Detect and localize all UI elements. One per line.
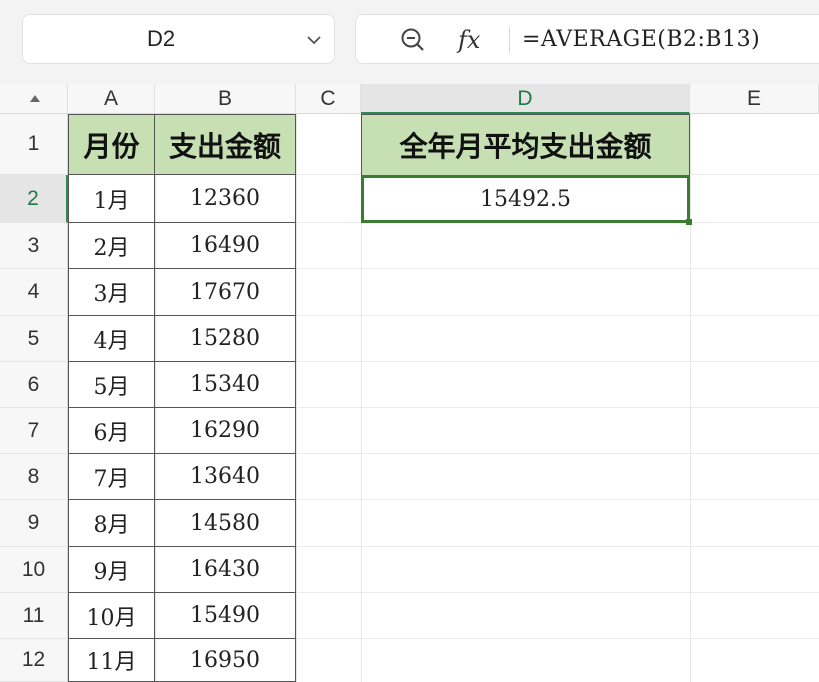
- amount-cell[interactable]: 13640: [155, 454, 296, 500]
- result-value-cell[interactable]: 15492.5: [361, 175, 690, 223]
- chevron-down-icon[interactable]: [304, 30, 324, 50]
- row-header-11[interactable]: 11: [0, 593, 68, 639]
- row-header-9[interactable]: 9: [0, 500, 68, 547]
- amount-cell[interactable]: 14580: [155, 500, 296, 547]
- month-cell[interactable]: 3月: [68, 269, 155, 316]
- header-amount[interactable]: 支出金额: [155, 114, 296, 175]
- column-header-e[interactable]: E: [690, 84, 819, 114]
- formula-separator: [509, 27, 510, 53]
- name-box[interactable]: D2: [22, 14, 335, 64]
- row-header-4[interactable]: 4: [0, 269, 68, 316]
- result-header[interactable]: 全年月平均支出金额: [361, 114, 690, 175]
- month-cell[interactable]: 10月: [68, 593, 155, 639]
- row-header-5[interactable]: 5: [0, 316, 68, 362]
- row-header-8[interactable]: 8: [0, 454, 68, 500]
- month-cell[interactable]: 6月: [68, 408, 155, 454]
- row-header-10[interactable]: 10: [0, 547, 68, 593]
- month-cell[interactable]: 8月: [68, 500, 155, 547]
- row-header-12[interactable]: 12: [0, 639, 68, 682]
- row-header-3[interactable]: 3: [0, 223, 68, 269]
- name-box-value: D2: [146, 26, 176, 51]
- select-all-corner[interactable]: [0, 84, 68, 114]
- formula-bar[interactable]: fx =AVERAGE(B2:B13): [355, 14, 819, 64]
- spreadsheet-grid[interactable]: A B C D E 1 2 3 4 5 6 7 8 9 10 11 12 月份 支出金额 1月 12360 2月 16490…: [0, 84, 819, 682]
- row-header-2[interactable]: 2: [0, 175, 68, 223]
- column-header-a[interactable]: A: [68, 84, 155, 114]
- amount-cell[interactable]: 15280: [155, 316, 296, 362]
- amount-cell[interactable]: 15490: [155, 593, 296, 639]
- amount-cell[interactable]: 16490: [155, 223, 296, 269]
- column-header-c[interactable]: C: [296, 84, 361, 114]
- amount-cell[interactable]: 16290: [155, 408, 296, 454]
- amount-cell[interactable]: 12360: [155, 175, 296, 223]
- amount-cell[interactable]: 15340: [155, 362, 296, 408]
- month-cell[interactable]: 9月: [68, 547, 155, 593]
- month-cell[interactable]: 4月: [68, 316, 155, 362]
- month-cell[interactable]: 5月: [68, 362, 155, 408]
- amount-cell[interactable]: 17670: [155, 269, 296, 316]
- column-header-b[interactable]: B: [155, 84, 296, 114]
- formula-toolbar: D2 fx =AVERAGE(B2:B13): [0, 0, 819, 84]
- header-month[interactable]: 月份: [68, 114, 155, 175]
- month-cell[interactable]: 1月: [68, 175, 155, 223]
- zoom-out-icon[interactable]: [400, 27, 426, 53]
- row-header-7[interactable]: 7: [0, 408, 68, 454]
- column-gridline: [296, 114, 297, 682]
- column-gridline: [690, 114, 691, 682]
- row-header-1[interactable]: 1: [0, 114, 68, 175]
- amount-cell[interactable]: 16430: [155, 547, 296, 593]
- formula-text[interactable]: =AVERAGE(B2:B13): [522, 23, 760, 57]
- select-all-icon: [30, 95, 40, 102]
- month-cell[interactable]: 2月: [68, 223, 155, 269]
- amount-cell[interactable]: 16950: [155, 639, 296, 682]
- fx-icon[interactable]: fx: [458, 23, 480, 57]
- fill-handle[interactable]: [686, 219, 692, 225]
- month-cell[interactable]: 7月: [68, 454, 155, 500]
- column-header-d[interactable]: D: [361, 84, 690, 114]
- row-header-6[interactable]: 6: [0, 362, 68, 408]
- month-cell[interactable]: 11月: [68, 639, 155, 682]
